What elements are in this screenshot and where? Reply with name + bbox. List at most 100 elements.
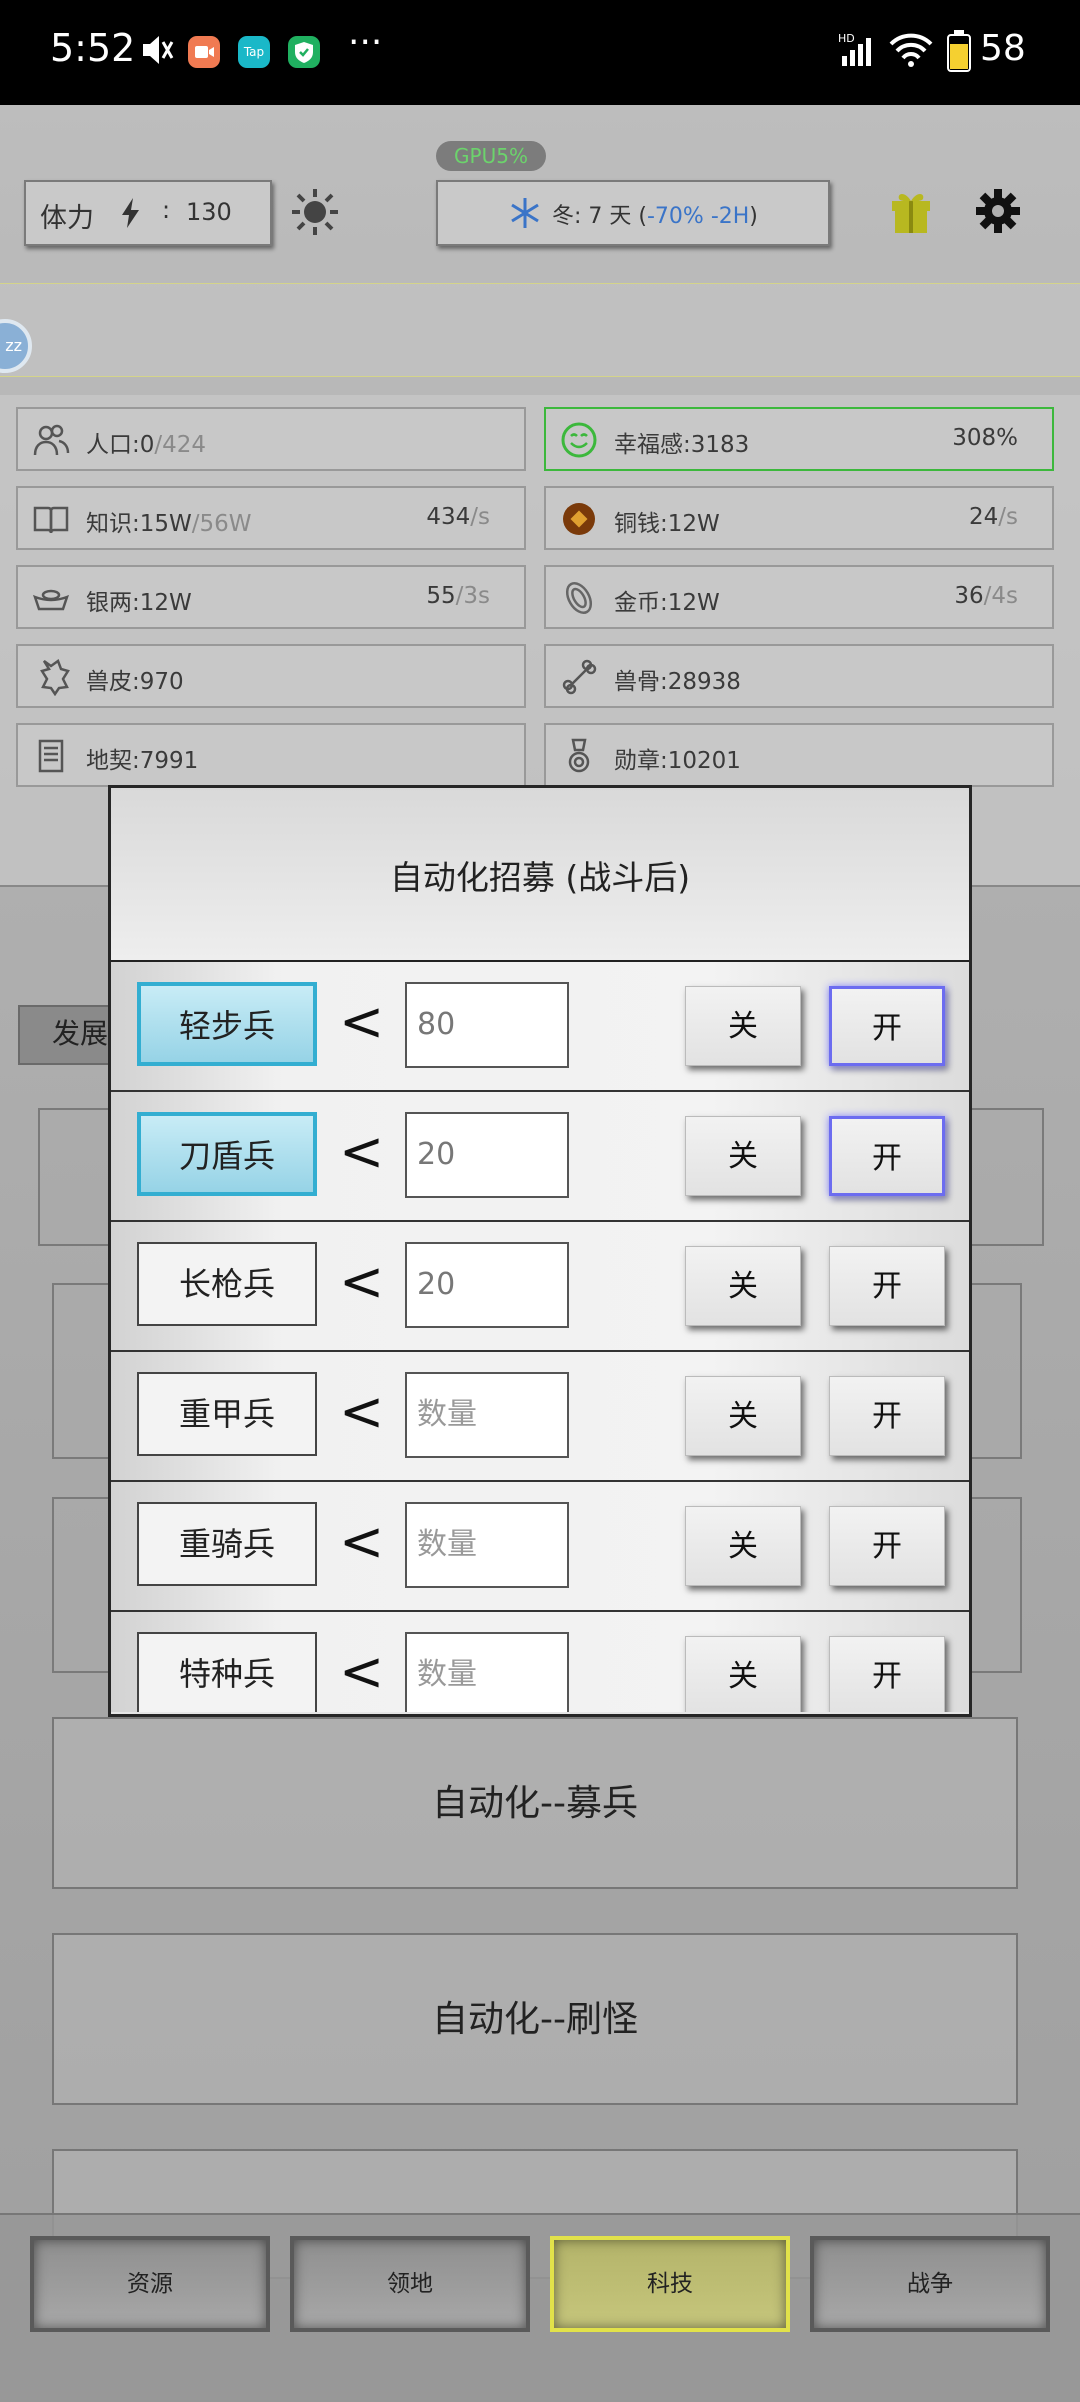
stamina-box[interactable]: 体力 : 130: [24, 180, 272, 246]
resource-happiness[interactable]: 幸福感:3183 308%: [544, 407, 1054, 471]
rate-unit: /3s: [455, 583, 490, 609]
unit-sword-shield[interactable]: 刀盾兵: [137, 1112, 317, 1196]
nav-territory[interactable]: 领地: [290, 2236, 530, 2332]
taptap-icon: Tap: [238, 36, 270, 68]
less-than-symbol: <: [339, 1640, 385, 1703]
quantity-input[interactable]: 数量: [405, 1372, 569, 1458]
quantity-input[interactable]: 数量: [405, 1502, 569, 1588]
smile-icon: [560, 421, 598, 459]
rate-unit: /s: [470, 504, 490, 530]
gpu-badge: GPU5%: [436, 141, 546, 171]
resource-pelt[interactable]: 兽皮:970: [16, 644, 526, 708]
resource-population[interactable]: 人口:0/424: [16, 407, 526, 471]
info-strip: [0, 283, 1080, 377]
quantity-input[interactable]: 20: [405, 1112, 569, 1198]
gift-icon[interactable]: [888, 187, 934, 239]
off-button[interactable]: 关: [685, 1376, 801, 1456]
tab-development-label: 发展: [51, 1017, 108, 1050]
rate-value: 36: [954, 583, 984, 609]
resource-label: 人口:0/424: [86, 425, 206, 459]
gpu-text: GPU5%: [454, 144, 528, 168]
sun-icon[interactable]: [290, 187, 340, 241]
resource-value: 人口:0: [86, 432, 155, 458]
resource-label: 勋章:10201: [614, 748, 741, 774]
resource-copper[interactable]: 铜钱:12W 24/s: [544, 486, 1054, 550]
medal-icon: [560, 737, 598, 775]
lightning-icon: [120, 198, 142, 232]
resource-max: /424: [154, 432, 207, 458]
video-app-icon: [188, 36, 220, 68]
wifi-icon: [888, 32, 934, 72]
recruit-row: 重骑兵 < 数量 关 开: [111, 1482, 969, 1612]
off-button[interactable]: 关: [685, 1506, 801, 1586]
pelt-icon: [32, 658, 70, 697]
nav-war-label: 战争: [907, 2271, 953, 2297]
resource-rate: 434/s: [426, 504, 490, 530]
copper-coin-icon: [560, 500, 598, 538]
resource-rate: 308%: [952, 425, 1018, 451]
people-icon: [32, 421, 70, 459]
resource-deed[interactable]: 地契:7991: [16, 723, 526, 787]
resource-max: /56W: [191, 511, 252, 537]
off-button[interactable]: 关: [685, 1636, 801, 1712]
status-time: 5:52: [50, 26, 136, 70]
nav-war[interactable]: 战争: [810, 2236, 1050, 2332]
svg-text:HD: HD: [838, 32, 855, 45]
less-than-symbol: <: [339, 1120, 385, 1183]
signal-icon: HD: [838, 30, 878, 74]
resource-label: 金币:12W: [614, 590, 720, 616]
resource-rate: 55/3s: [426, 583, 490, 609]
quantity-input[interactable]: 数量: [405, 1632, 569, 1712]
on-button[interactable]: 开: [829, 1376, 945, 1456]
battery-percent: 58: [980, 28, 1026, 69]
auto-recruit-button[interactable]: 自动化--募兵: [52, 1717, 1018, 1889]
nav-resources[interactable]: 资源: [30, 2236, 270, 2332]
stamina-value: 130: [186, 198, 232, 226]
settings-gear-icon[interactable]: [974, 187, 1022, 239]
off-button[interactable]: 关: [685, 986, 801, 1066]
shield-app-icon: [288, 36, 320, 68]
less-than-symbol: <: [339, 1250, 385, 1313]
on-button[interactable]: 开: [829, 1116, 945, 1196]
resource-bone[interactable]: 兽骨:28938: [544, 644, 1054, 708]
more-notifications-icon: ···: [348, 22, 383, 63]
resource-label: 兽皮:970: [86, 669, 184, 695]
auto-farm-button[interactable]: 自动化--刷怪: [52, 1933, 1018, 2105]
recruit-row: 重甲兵 < 数量 关 开: [111, 1352, 969, 1482]
resource-label: 铜钱:12W: [614, 511, 720, 537]
resource-label: 兽骨:28938: [614, 669, 741, 695]
on-button[interactable]: 开: [829, 1506, 945, 1586]
resource-gold[interactable]: 金币:12W 36/4s: [544, 565, 1054, 629]
rate-unit: /s: [998, 504, 1018, 530]
status-bar: 5:52 Tap ··· HD 58: [0, 0, 1080, 105]
off-button[interactable]: 关: [685, 1116, 801, 1196]
unit-heavy-cavalry[interactable]: 重骑兵: [137, 1502, 317, 1586]
unit-light-infantry[interactable]: 轻步兵: [137, 982, 317, 1066]
nav-technology[interactable]: 科技: [550, 2236, 790, 2332]
quantity-input[interactable]: 80: [405, 982, 569, 1068]
less-than-symbol: <: [339, 1380, 385, 1443]
side-badge-text: zz: [5, 336, 22, 355]
unit-spearman[interactable]: 长枪兵: [137, 1242, 317, 1326]
dialog-header: 自动化招募 (战斗后): [111, 788, 969, 962]
less-than-symbol: <: [339, 990, 385, 1053]
unit-heavy-infantry[interactable]: 重甲兵: [137, 1372, 317, 1456]
resource-rate: 36/4s: [954, 583, 1018, 609]
nav-territory-label: 领地: [387, 2271, 433, 2297]
book-icon: [32, 500, 70, 538]
rate-value: 434: [426, 504, 471, 530]
off-button[interactable]: 关: [685, 1246, 801, 1326]
unit-special-forces[interactable]: 特种兵: [137, 1632, 317, 1712]
resource-rate: 24/s: [969, 504, 1018, 530]
resource-knowledge[interactable]: 知识:15W/56W 434/s: [16, 486, 526, 550]
resource-silver[interactable]: 银两:12W 55/3s: [16, 565, 526, 629]
resource-medal[interactable]: 勋章:10201: [544, 723, 1054, 787]
on-button[interactable]: 开: [829, 1246, 945, 1326]
on-button[interactable]: 开: [829, 1636, 945, 1712]
auto-recruit-label: 自动化--募兵: [432, 1783, 638, 1824]
on-button[interactable]: 开: [829, 986, 945, 1066]
quantity-input[interactable]: 20: [405, 1242, 569, 1328]
battery-icon: [946, 30, 972, 76]
bone-icon: [560, 658, 598, 696]
season-box[interactable]: 冬: 7 天 (-70% -2H): [436, 180, 830, 246]
